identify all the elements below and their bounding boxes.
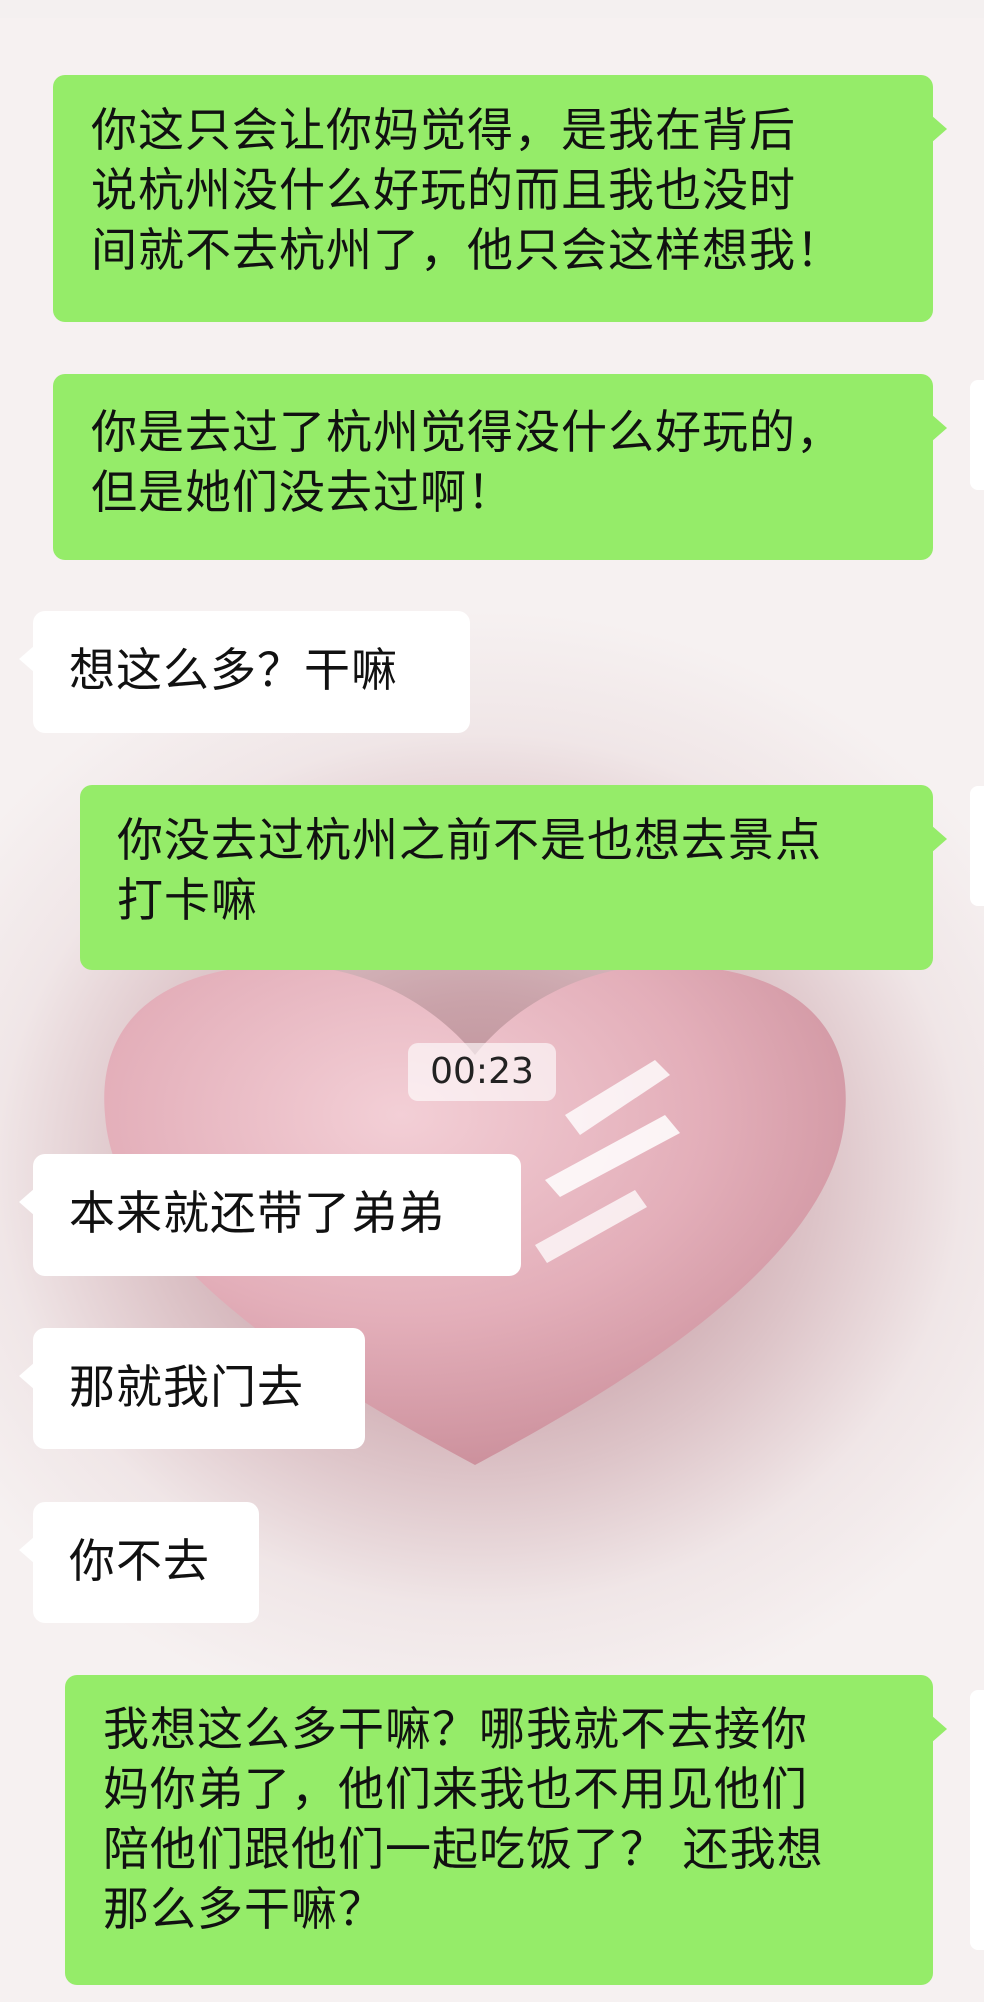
message-text: 我想这么多干嘛？哪我就不去接你 妈你弟了，他们来我也不用见他们 陪他们跟他们一起… (103, 1702, 824, 1936)
message-bubble-outgoing[interactable]: 我想这么多干嘛？哪我就不去接你 妈你弟了，他们来我也不用见他们 陪他们跟他们一起… (65, 1675, 947, 1985)
message-bubble-outgoing[interactable]: 你是去过了杭州觉得没什么好玩的， 但是她们没去过啊！ (53, 374, 947, 560)
edge-sliver (970, 786, 984, 906)
bubble-tail (19, 645, 35, 673)
edge-sliver (970, 380, 984, 490)
message-bubble-incoming[interactable]: 本来就还带了弟弟 (19, 1154, 521, 1276)
message-text: 那就我门去 (69, 1360, 304, 1414)
bubble-tail (931, 1715, 947, 1743)
bubble-tail (931, 414, 947, 442)
top-edge (0, 0, 984, 18)
message-text: 你这只会让你妈觉得，是我在背后 说杭州没什么好玩的而且我也没时 间就不去杭州了，… (91, 103, 843, 277)
message-text: 你是去过了杭州觉得没什么好玩的， 但是她们没去过啊！ (91, 405, 843, 519)
message-bubble-outgoing[interactable]: 你这只会让你妈觉得，是我在背后 说杭州没什么好玩的而且我也没时 间就不去杭州了，… (53, 75, 947, 322)
chat-background: 你这只会让你妈觉得，是我在背后 说杭州没什么好玩的而且我也没时 间就不去杭州了，… (0, 0, 984, 2002)
bubble-tail (931, 115, 947, 143)
message-text: 想这么多？干嘛 (69, 643, 398, 697)
message-bubble-incoming[interactable]: 想这么多？干嘛 (19, 611, 470, 733)
bubble-tail (931, 825, 947, 853)
message-bubble-incoming[interactable]: 你不去 (19, 1502, 259, 1623)
bubble-tail (19, 1362, 35, 1390)
message-text: 你不去 (69, 1534, 210, 1588)
message-text: 你没去过杭州之前不是也想去景点 打卡嘛 (117, 813, 822, 927)
message-bubble-outgoing[interactable]: 你没去过杭州之前不是也想去景点 打卡嘛 (80, 785, 947, 970)
message-timestamp: 00:23 (408, 1043, 556, 1101)
message-bubble-incoming[interactable]: 那就我门去 (19, 1328, 365, 1449)
bubble-tail (19, 1188, 35, 1216)
edge-sliver (970, 1690, 984, 1950)
message-text: 本来就还带了弟弟 (69, 1186, 445, 1240)
bubble-tail (19, 1536, 35, 1564)
